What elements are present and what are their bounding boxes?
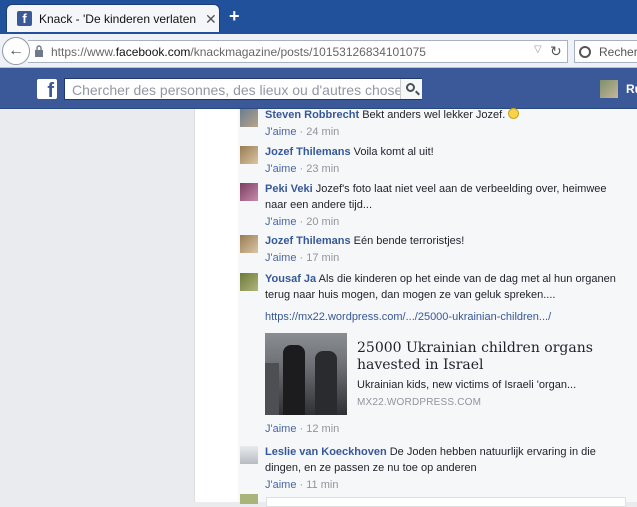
like-link[interactable]: J'aime	[265, 163, 296, 175]
browser-search-placeholder: Recherc	[599, 45, 637, 59]
left-column	[0, 109, 194, 502]
profile-name: Ru	[626, 82, 637, 96]
lock-icon	[35, 45, 43, 57]
comment-time[interactable]: 23 min	[306, 163, 339, 175]
comment-author[interactable]: Jozef Thilemans	[265, 146, 351, 158]
back-button[interactable]: ←	[2, 37, 30, 65]
comment-text: Jozef's foto laat niet veel aan de verbe…	[265, 183, 607, 211]
comment-input[interactable]	[266, 497, 626, 507]
preview-image[interactable]	[265, 333, 347, 415]
comment-text: Bekt anders wel lekker Jozef.	[362, 109, 506, 121]
avatar[interactable]	[240, 146, 258, 164]
search-icon	[406, 83, 415, 92]
like-link[interactable]: J'aime	[265, 216, 296, 228]
avatar[interactable]	[240, 235, 258, 253]
url-text: https://www.facebook.com/knackmagazine/p…	[51, 45, 426, 59]
comment-time[interactable]: 20 min	[306, 216, 339, 228]
smiley-icon	[508, 108, 520, 119]
comment-time[interactable]: 24 min	[306, 126, 339, 138]
avatar[interactable]	[240, 183, 258, 201]
url-bar[interactable]: https://www.facebook.com/knackmagazine/p…	[28, 40, 568, 63]
reload-icon[interactable]: ↻	[550, 43, 562, 60]
avatar[interactable]	[240, 109, 258, 127]
comment-time[interactable]: 12 min	[306, 423, 339, 435]
like-link[interactable]: J'aime	[265, 423, 296, 435]
avatar[interactable]	[240, 446, 258, 464]
tab-title: Knack - 'De kinderen verlaten ...	[39, 12, 199, 26]
facebook-favicon-icon: f	[17, 11, 32, 26]
browser-search-box[interactable]: Recherc	[574, 40, 637, 63]
like-link[interactable]: J'aime	[265, 252, 296, 264]
comment-author[interactable]: Leslie van Koeckhoven	[265, 446, 387, 458]
browser-tab-bar: f Knack - 'De kinderen verlaten ... ✕ +	[0, 0, 637, 34]
preview-description: Ukrainian kids, new victims of Israeli '…	[357, 379, 577, 391]
avatar	[600, 80, 618, 98]
comment-author[interactable]: Jozef Thilemans	[265, 235, 351, 247]
like-link[interactable]: J'aime	[265, 479, 296, 491]
facebook-search-placeholder: Chercher des personnes, des lieux ou d'a…	[72, 82, 410, 98]
comment-input-row	[238, 492, 637, 507]
comment-author[interactable]: Peki Veki	[265, 183, 313, 195]
facebook-logo-icon[interactable]: f	[37, 79, 57, 99]
preview-domain: MX22.WORDPRESS.COM	[357, 397, 482, 408]
comment-text: Eén bende terroristjes!	[353, 235, 465, 247]
new-tab-icon[interactable]: +	[229, 6, 240, 27]
comment-time[interactable]: 11 min	[306, 479, 338, 491]
comment-link[interactable]: https://mx22.wordpress.com/.../25000-ukr…	[265, 311, 551, 323]
comment-author[interactable]: Yousaf Ja	[265, 273, 316, 285]
search-engine-icon	[579, 46, 591, 58]
facebook-search-button[interactable]	[400, 79, 422, 99]
preview-title[interactable]: 25000 Ukrainian children organs havested…	[357, 340, 627, 374]
avatar	[240, 494, 258, 504]
url-dropdown-icon[interactable]: ▽	[534, 44, 542, 55]
comment-text: Voila komt al uit!	[353, 146, 434, 158]
browser-tab[interactable]: f Knack - 'De kinderen verlaten ... ✕	[6, 4, 220, 32]
tab-close-icon[interactable]: ✕	[205, 11, 217, 28]
browser-nav-bar: https://www.facebook.com/knackmagazine/p…	[0, 34, 637, 68]
comment-time[interactable]: 17 min	[306, 252, 339, 264]
comment-text: Als die kinderen op het einde van de dag…	[265, 273, 616, 301]
avatar[interactable]	[240, 273, 258, 291]
like-link[interactable]: J'aime	[265, 126, 296, 138]
comment-author[interactable]: Steven Robbrecht	[265, 109, 359, 121]
facebook-search-input[interactable]: Chercher des personnes, des lieux ou d'a…	[64, 78, 422, 100]
link-preview[interactable]: 25000 Ukrainian children organs havested…	[265, 333, 632, 417]
facebook-header: f Chercher des personnes, des lieux ou d…	[0, 68, 637, 109]
